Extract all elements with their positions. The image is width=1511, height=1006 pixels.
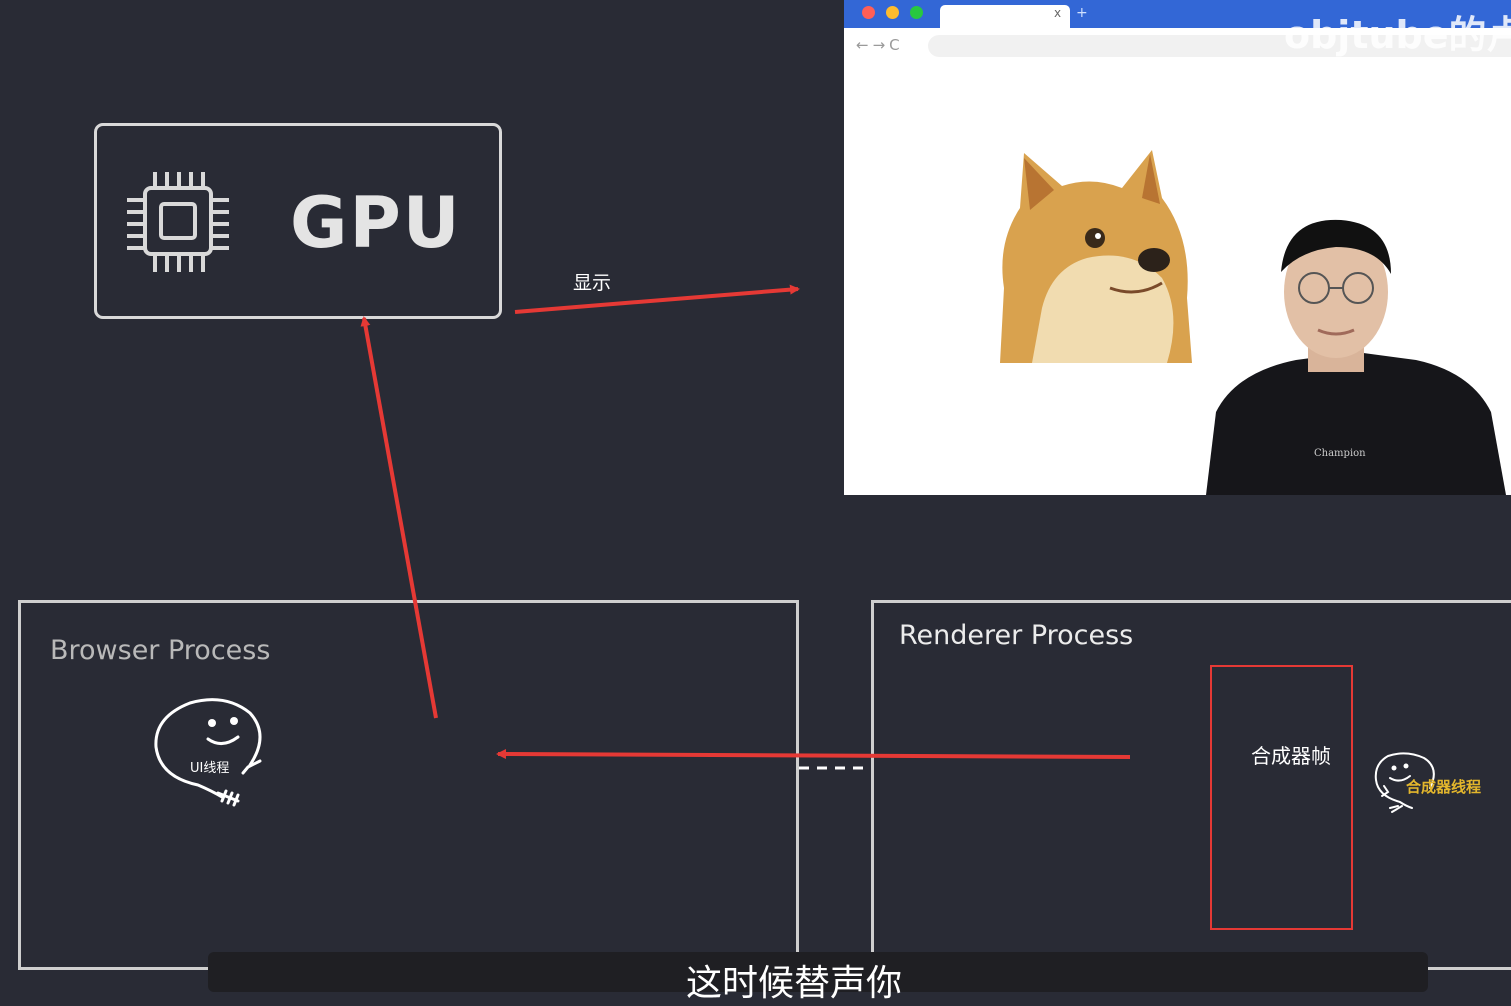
subtitle-text: 这时候替声你 bbox=[686, 963, 903, 1004]
arrow-frame-to-browser bbox=[496, 749, 1131, 760]
arrow-gpu-to-display bbox=[514, 284, 800, 314]
arrow-browser-to-gpu bbox=[360, 316, 438, 719]
arrows-layer bbox=[360, 284, 1131, 760]
